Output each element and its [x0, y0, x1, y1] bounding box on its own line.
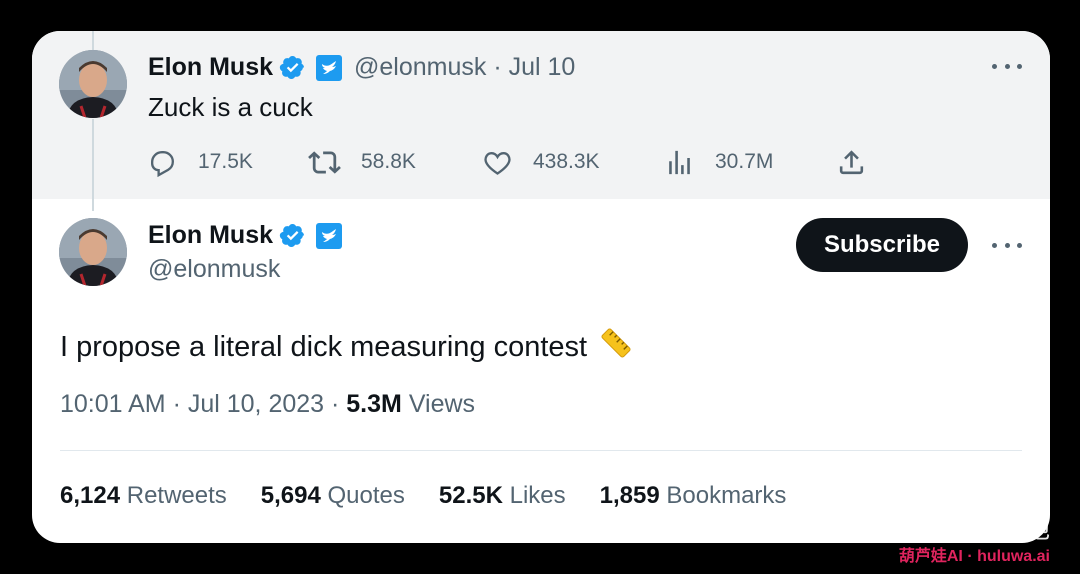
- x-affiliate-badge-icon: [316, 222, 343, 249]
- watermark-text: AI应用基地: [921, 514, 1050, 544]
- author-name[interactable]: Elon Musk: [148, 53, 273, 82]
- handle[interactable]: @elonmusk: [148, 255, 280, 284]
- divider: [60, 450, 1022, 451]
- avatar[interactable]: [59, 50, 127, 118]
- tweet-card: Elon Musk @elonmusk · Jul 10 Zuck is a c…: [32, 31, 1050, 543]
- action-bar: 17.5K 58.8K 438.3K 30.7M: [147, 145, 867, 179]
- stat-quotes[interactable]: 5,694 Quotes: [261, 482, 405, 510]
- retweet-button[interactable]: 58.8K: [308, 145, 416, 179]
- share-icon: [839, 149, 864, 174]
- author-name[interactable]: Elon Musk: [148, 221, 273, 250]
- thread-line-connector: [92, 119, 94, 211]
- thread-line-top: [92, 31, 94, 52]
- reply-icon: [151, 150, 174, 177]
- more-options-icon[interactable]: [992, 61, 1022, 71]
- retweet-count: 58.8K: [361, 150, 416, 173]
- like-icon: [484, 151, 511, 175]
- reply-button[interactable]: 17.5K: [147, 145, 253, 179]
- avatar[interactable]: [59, 218, 127, 286]
- x-affiliate-badge-icon: [316, 54, 343, 81]
- main-author-row: Elon Musk: [148, 221, 343, 250]
- stat-likes[interactable]: 52.5K Likes: [439, 482, 566, 510]
- watermark-subtext: 葫芦娃AI · huluwa.ai: [898, 548, 1050, 565]
- like-count: 438.3K: [533, 150, 600, 173]
- engagement-stats: 6,124 Retweets 5,694 Quotes 52.5K Likes …: [60, 482, 820, 510]
- share-button[interactable]: [836, 145, 867, 179]
- verified-badge-icon: [279, 223, 305, 248]
- stat-retweets[interactable]: 6,124 Retweets: [60, 482, 227, 510]
- handle-and-date[interactable]: @elonmusk · Jul 10: [354, 53, 575, 82]
- verified-badge-icon: [279, 55, 305, 80]
- wechat-icon: [880, 513, 915, 541]
- ruler-emoji: [597, 324, 635, 370]
- views-label: Views: [401, 390, 476, 418]
- stat-bookmarks[interactable]: 1,859 Bookmarks: [600, 482, 787, 510]
- tweet-text: I propose a literal dick measuring conte…: [60, 330, 588, 363]
- retweet-icon: [308, 150, 341, 174]
- ruler-icon: [601, 328, 631, 358]
- timestamp-text[interactable]: 10:01 AM · Jul 10, 2023 ·: [60, 390, 346, 418]
- tweet-timestamp: 10:01 AM · Jul 10, 2023 · 5.3M Views: [60, 390, 475, 419]
- parent-tweet[interactable]: Elon Musk @elonmusk · Jul 10 Zuck is a c…: [32, 31, 1050, 211]
- watermark: AI应用基地: [879, 509, 1050, 546]
- reply-count: 17.5K: [198, 150, 253, 173]
- main-tweet-body: I propose a literal dick measuring conte…: [60, 324, 635, 370]
- parent-author-row: Elon Musk @elonmusk · Jul 10: [148, 53, 575, 82]
- like-button[interactable]: 438.3K: [482, 145, 600, 179]
- subscribe-button[interactable]: Subscribe: [796, 218, 968, 272]
- tweet-text: Zuck is a cuck: [148, 92, 313, 122]
- more-options-icon[interactable]: [992, 240, 1022, 250]
- views-count: 30.7M: [715, 150, 774, 173]
- views-count: 5.3M: [346, 390, 402, 418]
- views-button[interactable]: 30.7M: [664, 145, 773, 179]
- views-icon: [669, 150, 690, 174]
